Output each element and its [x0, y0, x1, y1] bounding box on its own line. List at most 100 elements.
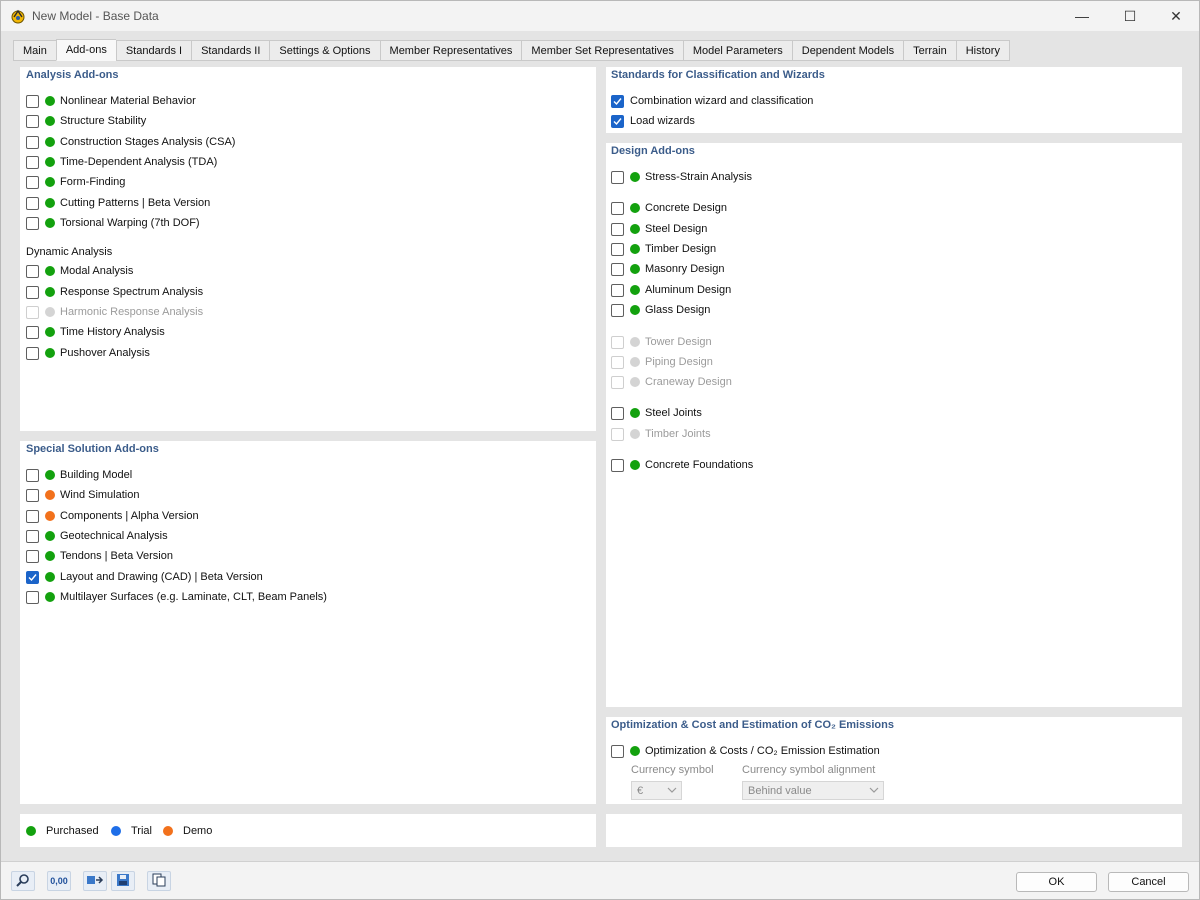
checkbox[interactable]: [26, 175, 39, 189]
checkbox[interactable]: [611, 94, 624, 108]
addon-response-spectrum[interactable]: Response Spectrum Analysis: [26, 284, 203, 300]
optimization-panel: Optimization & Cost and Estimation of CO…: [606, 717, 1182, 804]
checkbox[interactable]: [611, 114, 624, 128]
tab-model-parameters[interactable]: Model Parameters: [682, 40, 792, 61]
addon-label: Response Spectrum Analysis: [60, 286, 204, 298]
checkbox[interactable]: [26, 285, 39, 299]
addon-modal-analysis[interactable]: Modal Analysis: [26, 263, 133, 279]
checkbox[interactable]: [611, 262, 624, 276]
checkbox[interactable]: [26, 529, 39, 543]
tab-standards-ii[interactable]: Standards II: [191, 40, 270, 61]
addon-glass-design[interactable]: Glass Design: [611, 302, 710, 318]
checkbox[interactable]: [26, 590, 39, 604]
addon-tendons[interactable]: Tendons | Beta Version: [26, 548, 173, 564]
optimization-title: Optimization & Cost and Estimation of CO…: [611, 719, 894, 731]
addon-form-finding[interactable]: Form-Finding: [26, 174, 125, 190]
addon-aluminum-design[interactable]: Aluminum Design: [611, 282, 731, 298]
checkbox[interactable]: [26, 94, 39, 108]
checkbox[interactable]: [26, 509, 39, 523]
cancel-button[interactable]: Cancel: [1108, 872, 1189, 892]
addon-pushover[interactable]: Pushover Analysis: [26, 345, 150, 361]
search-button[interactable]: [11, 871, 35, 891]
checkbox[interactable]: [611, 744, 624, 758]
checkbox[interactable]: [26, 216, 39, 230]
addon-steel-design[interactable]: Steel Design: [611, 221, 707, 237]
checkbox[interactable]: [611, 242, 624, 256]
status-dot: [45, 551, 55, 561]
ok-button[interactable]: OK: [1016, 872, 1097, 892]
addon-nonlinear-material[interactable]: Nonlinear Material Behavior: [26, 93, 196, 109]
addon-layout-drawing[interactable]: Layout and Drawing (CAD) | Beta Version: [26, 569, 263, 585]
save-template-button[interactable]: [111, 871, 135, 891]
addon-concrete-design[interactable]: Concrete Design: [611, 200, 727, 216]
addon-time-dependent[interactable]: Time-Dependent Analysis (TDA): [26, 154, 217, 170]
checkbox[interactable]: [26, 114, 39, 128]
tab-settings-options[interactable]: Settings & Options: [269, 40, 380, 61]
addon-torsional-warping[interactable]: Torsional Warping (7th DOF): [26, 215, 200, 231]
addon-geotechnical[interactable]: Geotechnical Analysis: [26, 528, 168, 544]
addon-components[interactable]: Components | Alpha Version: [26, 508, 199, 524]
checkbox[interactable]: [26, 346, 39, 360]
currency-symbol-select[interactable]: €: [631, 781, 682, 800]
status-dot: [45, 327, 55, 337]
legend-purchased: Purchased: [26, 825, 99, 837]
tab-terrain[interactable]: Terrain: [903, 40, 956, 61]
copy-button[interactable]: [147, 871, 171, 891]
addon-label: Geotechnical Analysis: [60, 530, 168, 542]
option-load-wizards[interactable]: Load wizards: [611, 113, 695, 129]
tab-add-ons[interactable]: Add-ons: [55, 39, 116, 61]
tab-standards-i[interactable]: Standards I: [115, 40, 192, 61]
checkbox[interactable]: [611, 222, 624, 236]
addon-optimization-costs[interactable]: Optimization & Costs / CO₂ Emission Esti…: [611, 743, 880, 759]
addon-label: Stress-Strain Analysis: [645, 171, 752, 183]
addon-label: Tower Design: [645, 336, 712, 348]
status-dot: [630, 746, 640, 756]
addon-cutting-patterns[interactable]: Cutting Patterns | Beta Version: [26, 195, 210, 211]
addon-masonry-design[interactable]: Masonry Design: [611, 261, 724, 277]
checkbox[interactable]: [611, 201, 624, 215]
app-logo-icon: [10, 8, 26, 24]
checkbox[interactable]: [611, 170, 624, 184]
checkbox[interactable]: [26, 549, 39, 563]
checkbox[interactable]: [26, 488, 39, 502]
addon-time-history[interactable]: Time History Analysis: [26, 324, 165, 340]
addon-concrete-foundations[interactable]: Concrete Foundations: [611, 457, 753, 473]
legend-label: Trial: [131, 825, 152, 837]
design-addons-title: Design Add-ons: [611, 145, 695, 157]
checkbox[interactable]: [611, 303, 624, 317]
checkbox[interactable]: [26, 325, 39, 339]
addon-building-model[interactable]: Building Model: [26, 467, 132, 483]
checkbox[interactable]: [26, 155, 39, 169]
tab-dependent-models[interactable]: Dependent Models: [791, 40, 904, 61]
tab-main[interactable]: Main: [13, 40, 56, 61]
transfer-button[interactable]: [83, 871, 107, 891]
checkbox[interactable]: [611, 458, 624, 472]
addon-multilayer-surfaces[interactable]: Multilayer Surfaces (e.g. Laminate, CLT,…: [26, 589, 327, 605]
maximize-button[interactable]: ☐: [1107, 1, 1153, 31]
checkbox[interactable]: [26, 264, 39, 278]
base-data-dialog: New Model - Base Data — ☐ ✕ Main Add-ons…: [0, 0, 1200, 900]
addon-construction-stages[interactable]: Construction Stages Analysis (CSA): [26, 134, 235, 150]
option-combination-wizard[interactable]: Combination wizard and classification: [611, 93, 813, 109]
minimize-button[interactable]: —: [1059, 1, 1105, 31]
addon-structure-stability[interactable]: Structure Stability: [26, 113, 146, 129]
dialog-footer: 0,00 OK Cancel: [1, 861, 1199, 899]
addon-stress-strain[interactable]: Stress-Strain Analysis: [611, 169, 752, 185]
currency-alignment-select[interactable]: Behind value: [742, 781, 884, 800]
checkbox[interactable]: [611, 406, 624, 420]
checkbox[interactable]: [26, 570, 39, 584]
tab-history[interactable]: History: [955, 40, 1010, 61]
units-button[interactable]: 0,00: [47, 871, 71, 891]
checkbox[interactable]: [26, 135, 39, 149]
tab-member-representatives[interactable]: Member Representatives: [379, 40, 522, 61]
addon-timber-design[interactable]: Timber Design: [611, 241, 716, 257]
addon-label: Layout and Drawing (CAD) | Beta Version: [60, 571, 263, 583]
status-dot: [630, 357, 640, 367]
tab-member-set-representatives[interactable]: Member Set Representatives: [521, 40, 683, 61]
checkbox[interactable]: [26, 468, 39, 482]
close-button[interactable]: ✕: [1153, 1, 1199, 31]
checkbox[interactable]: [611, 283, 624, 297]
addon-wind-simulation[interactable]: Wind Simulation: [26, 487, 139, 503]
addon-steel-joints[interactable]: Steel Joints: [611, 405, 702, 421]
checkbox[interactable]: [26, 196, 39, 210]
